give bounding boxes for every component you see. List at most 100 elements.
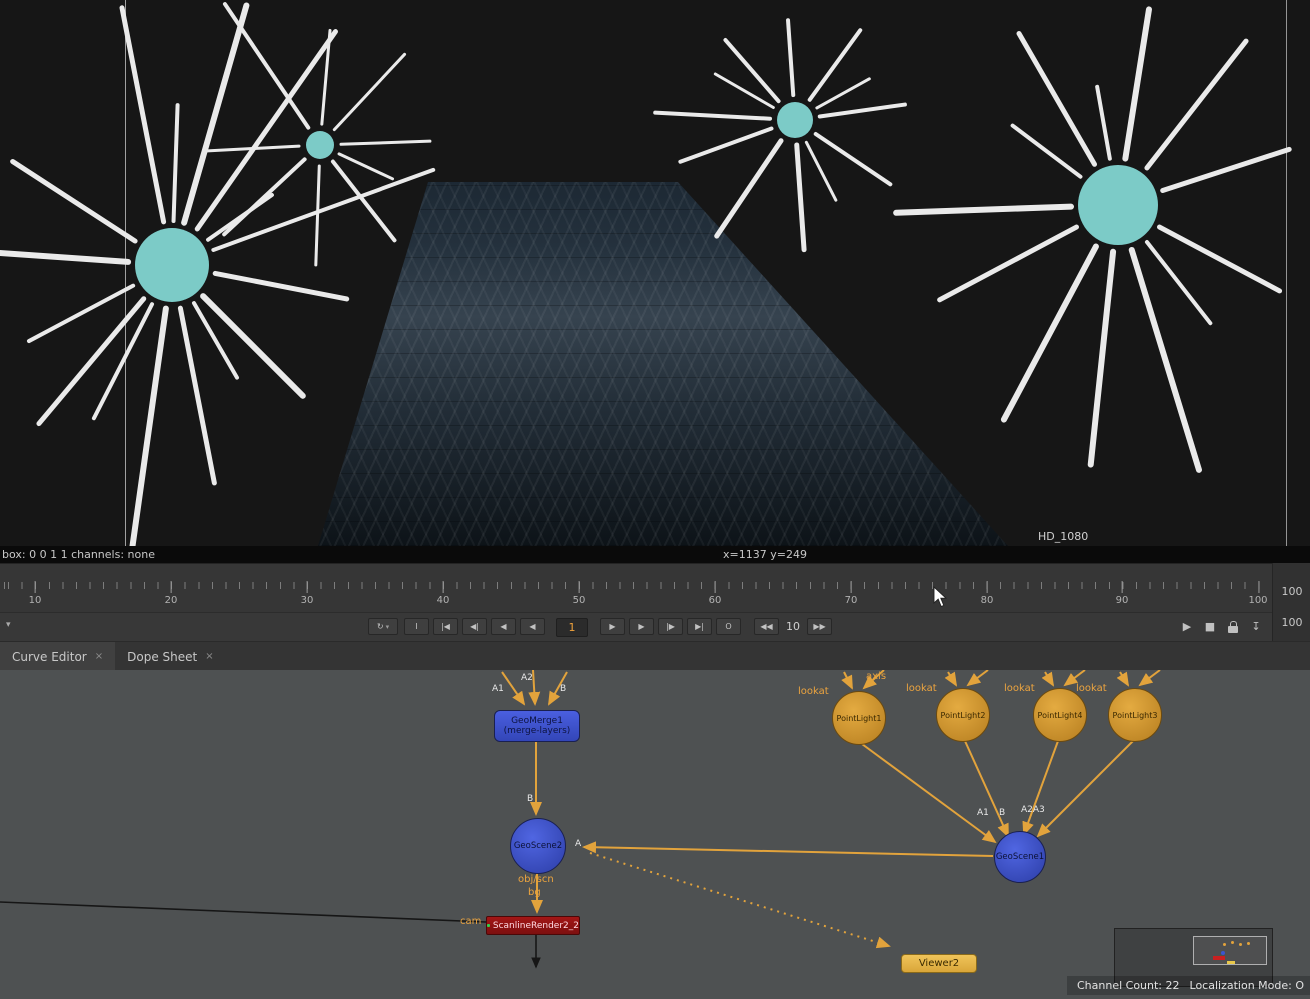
3d-viewport[interactable]: HD_1080	[0, 0, 1310, 546]
node-subtitle: (merge-layers)	[504, 726, 571, 736]
increment-button[interactable]: ▶▶	[807, 618, 832, 635]
play-backward-button[interactable]: ◀	[491, 618, 516, 635]
node-pointlight4[interactable]: PointLight4	[1033, 688, 1087, 742]
node-graph-panel[interactable]: GeoMerge1 (merge-layers) GeoScene2 Scanl…	[0, 670, 1310, 999]
node-pointlight2[interactable]: PointLight2	[936, 688, 990, 742]
graph-status-bar: Channel Count: 22 Localization Mode: O	[1067, 976, 1310, 995]
node-title: PointLight2	[941, 711, 986, 720]
nuke-application-window: HD_1080 box: 0 0 1 1 channels: none x=11…	[0, 0, 1310, 999]
minimap-node	[1213, 956, 1225, 960]
input-label-a1: A1	[492, 684, 504, 694]
ruler-tick-label: 20	[165, 595, 178, 606]
tab-dope-sheet[interactable]: Dope Sheet ×	[115, 642, 225, 671]
port-label-cam: cam	[460, 916, 481, 927]
node-geoscene2[interactable]: GeoScene2	[510, 818, 566, 874]
timeline-ruler[interactable]: 10 20 30 40 50 60 70 80 90 100	[0, 563, 1310, 613]
ruler-minor-ticks	[0, 582, 1268, 589]
close-icon[interactable]: ×	[95, 651, 103, 662]
node-title: ScanlineRender2_2	[493, 921, 579, 931]
input-label-gs1-b: B	[999, 808, 1005, 818]
node-title: PointLight4	[1038, 711, 1083, 720]
bbox-channels-readout: box: 0 0 1 1 channels: none	[2, 548, 155, 561]
ruler-tick-label: 30	[301, 595, 314, 606]
playback-range-end-field[interactable]: 100	[1273, 616, 1310, 629]
minimap-node	[1223, 943, 1226, 946]
chevron-down-icon: ▾	[386, 623, 390, 631]
ruler-tick-label: 100	[1248, 595, 1267, 606]
node-title: PointLight3	[1113, 711, 1158, 720]
ruler-tick-label: 50	[573, 595, 586, 606]
panel-tab-bar: Curve Editor × Dope Sheet ×	[0, 641, 1310, 672]
range-end-field[interactable]: 100	[1273, 585, 1310, 598]
node-viewer2[interactable]: Viewer2	[901, 954, 977, 973]
in-point-button[interactable]: I	[404, 618, 429, 635]
port-label-lookat2: lookat	[906, 683, 937, 694]
decrement-button[interactable]: ◀◀	[754, 618, 779, 635]
node-scanlinerender2-2[interactable]: ScanlineRender2_2	[486, 916, 580, 935]
node-title: Viewer2	[919, 958, 959, 969]
input-label-gs1-a2a3: A2A3	[1021, 805, 1045, 815]
status-dot	[487, 924, 490, 927]
channel-count-readout: Channel Count: 22	[1077, 979, 1180, 992]
lock-icon	[1228, 626, 1238, 633]
port-label-lookat1: lookat	[798, 686, 829, 697]
localization-mode-readout: Localization Mode: O	[1190, 979, 1304, 992]
timeline-options-caret[interactable]: ▾	[6, 620, 11, 630]
node-geomerge1[interactable]: GeoMerge1 (merge-layers)	[494, 710, 580, 742]
transport-bar: ▾ ↻▾ I |◀ ◀| ◀ ◀ 1 ▶ ▶ |▶ ▶| O ◀◀ 10 ▶▶ …	[0, 612, 1310, 642]
port-label-lookat3: lookat	[1076, 683, 1107, 694]
node-title: GeoMerge1	[511, 716, 563, 726]
tab-label: Dope Sheet	[127, 650, 197, 664]
play-forward-button[interactable]: ▶	[629, 618, 654, 635]
node-pointlight3[interactable]: PointLight3	[1108, 688, 1162, 742]
input-label-a2: A2	[521, 673, 533, 683]
loop-mode-button[interactable]: ↻▾	[368, 618, 398, 635]
point-light-flares	[0, 0, 1310, 546]
fullscreen-icon[interactable]: ■	[1202, 619, 1218, 634]
port-label-objscn: obj/scn	[518, 874, 554, 885]
loop-toggle-button[interactable]: O	[716, 618, 741, 635]
ruler-tick-label: 70	[845, 595, 858, 606]
lock-range-icon[interactable]	[1225, 619, 1241, 634]
ruler-tick-label: 90	[1116, 595, 1129, 606]
current-frame-field[interactable]: 1	[556, 618, 588, 637]
minimap-node	[1239, 943, 1242, 946]
minimap-node	[1247, 942, 1250, 945]
loop-icon: ↻	[377, 622, 384, 631]
frame-increment-field[interactable]: 10	[783, 620, 803, 633]
input-label-a: A	[575, 839, 581, 849]
frame-range-column: 100 100	[1272, 563, 1310, 641]
tab-label: Curve Editor	[12, 650, 87, 664]
port-label-lookat4: lookat	[1004, 683, 1035, 694]
step-back-button[interactable]: ◀	[520, 618, 545, 635]
close-icon[interactable]: ×	[205, 651, 213, 662]
go-to-end-button[interactable]: ▶|	[687, 618, 712, 635]
node-title: GeoScene2	[514, 841, 562, 851]
tab-curve-editor[interactable]: Curve Editor ×	[0, 642, 115, 671]
input-label-b2: B	[527, 794, 533, 804]
node-pointlight1[interactable]: PointLight1	[832, 691, 886, 745]
port-label-axis: axis	[866, 671, 886, 682]
ruler-tick-label: 40	[437, 595, 450, 606]
minimap-node	[1227, 961, 1235, 964]
next-keyframe-button[interactable]: |▶	[658, 618, 683, 635]
viewer-status-bar: box: 0 0 1 1 channels: none x=1137 y=249	[0, 546, 1310, 563]
port-label-bg: bg	[528, 887, 541, 898]
node-geoscene1[interactable]: GeoScene1	[994, 831, 1046, 883]
node-title: GeoScene1	[996, 852, 1044, 862]
ruler-tick-label: 80	[981, 595, 994, 606]
export-icon[interactable]: ↧	[1248, 619, 1264, 634]
step-forward-button[interactable]: ▶	[600, 618, 625, 635]
node-title: PointLight1	[837, 714, 882, 723]
input-label-gs1-a1: A1	[977, 808, 989, 818]
format-label: HD_1080	[1038, 530, 1088, 543]
go-to-start-button[interactable]: |◀	[433, 618, 458, 635]
ruler-tick-label: 10	[29, 595, 42, 606]
flipbook-icon[interactable]: ▶	[1179, 619, 1195, 634]
pointer-coordinates-readout: x=1137 y=249	[723, 548, 807, 561]
input-label-b: B	[560, 684, 566, 694]
prev-keyframe-button[interactable]: ◀|	[462, 618, 487, 635]
ruler-tick-label: 60	[709, 595, 722, 606]
minimap-node	[1221, 951, 1225, 955]
minimap-node	[1231, 941, 1234, 944]
